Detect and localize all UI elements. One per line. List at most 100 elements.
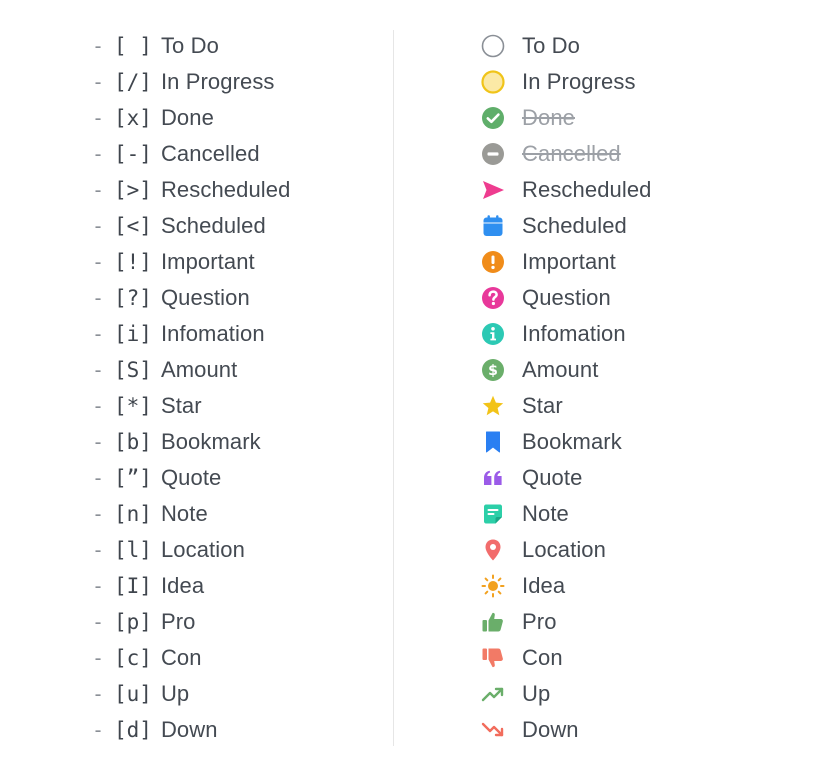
list-item: - [!] Important: [92, 244, 372, 280]
checkbox-syntax: [i]: [114, 322, 152, 346]
item-label: Done: [160, 105, 214, 130]
list-item: - [d] Down: [92, 712, 372, 748]
checkbox-syntax: [-]: [114, 142, 152, 166]
list-item: Down: [480, 712, 780, 748]
list-bullet: -: [92, 34, 105, 58]
location-pin-icon[interactable]: [480, 537, 506, 563]
column-divider: [393, 30, 394, 746]
list-bullet: -: [92, 70, 105, 94]
list-bullet: -: [92, 646, 105, 670]
lightbulb-sun-icon[interactable]: [480, 573, 506, 599]
list-item: Cancelled: [480, 136, 780, 172]
list-bullet: -: [92, 574, 105, 598]
paper-plane-icon[interactable]: [480, 177, 506, 203]
list-item: - [p] Pro: [92, 604, 372, 640]
list-item: To Do: [480, 28, 780, 64]
trend-down-icon[interactable]: [480, 717, 506, 743]
checkbox-syntax: [<]: [114, 214, 152, 238]
item-label: Important: [522, 249, 616, 274]
star-icon[interactable]: [480, 393, 506, 419]
item-label: Scheduled: [160, 213, 266, 238]
checkbox-syntax: [S]: [114, 358, 152, 382]
bookmark-icon[interactable]: [480, 429, 506, 455]
check-circle-icon[interactable]: [480, 105, 506, 131]
item-label: Pro: [160, 609, 196, 634]
item-label: Location: [160, 537, 245, 562]
item-label: Idea: [160, 573, 205, 598]
list-item: - [n] Note: [92, 496, 372, 532]
list-bullet: -: [92, 178, 105, 202]
checkbox-syntax: [”]: [114, 466, 152, 490]
item-label: Star: [160, 393, 202, 418]
half-filled-circle-icon[interactable]: [480, 69, 506, 95]
list-item: - [l] Location: [92, 532, 372, 568]
item-label: Infomation: [522, 321, 626, 346]
list-bullet: -: [92, 682, 105, 706]
list-item: - [S] Amount: [92, 352, 372, 388]
calendar-icon[interactable]: [480, 213, 506, 239]
checkbox-syntax: [b]: [114, 430, 152, 454]
item-label: Important: [160, 249, 255, 274]
list-item: Quote: [480, 460, 780, 496]
item-label: Bookmark: [160, 429, 261, 454]
item-label: To Do: [160, 33, 219, 58]
list-item: - [I] Idea: [92, 568, 372, 604]
checkbox-syntax: [d]: [114, 718, 152, 742]
quote-icon[interactable]: [480, 465, 506, 491]
list-bullet: -: [92, 250, 105, 274]
list-item: -[ ] To Do: [92, 28, 372, 64]
minus-circle-icon[interactable]: [480, 141, 506, 167]
item-label: Rescheduled: [160, 177, 291, 202]
item-label: Con: [160, 645, 202, 670]
thumbs-up-icon[interactable]: [480, 609, 506, 635]
item-label: Done: [522, 105, 575, 130]
list-bullet: -: [92, 358, 105, 382]
list-item: - [?] Question: [92, 280, 372, 316]
item-label: To Do: [522, 33, 580, 58]
dollar-circle-icon[interactable]: $: [480, 357, 506, 383]
list-bullet: -: [92, 394, 105, 418]
item-label: Infomation: [160, 321, 265, 346]
list-bullet: -: [92, 502, 105, 526]
list-item: Scheduled: [480, 208, 780, 244]
list-item: Question: [480, 280, 780, 316]
list-item: Pro: [480, 604, 780, 640]
list-bullet: -: [92, 538, 105, 562]
checkbox-syntax: [I]: [114, 574, 152, 598]
exclamation-circle-icon[interactable]: [480, 249, 506, 275]
empty-circle-icon[interactable]: [480, 33, 506, 59]
thumbs-down-icon[interactable]: [480, 645, 506, 671]
checkbox-syntax: [u]: [114, 682, 152, 706]
info-circle-icon[interactable]: [480, 321, 506, 347]
item-label: Up: [522, 681, 551, 706]
item-label: Cancelled: [160, 141, 260, 166]
checkbox-syntax: [p]: [114, 610, 152, 634]
item-label: Down: [160, 717, 218, 742]
item-label: Amount: [160, 357, 238, 382]
trend-up-icon[interactable]: [480, 681, 506, 707]
note-icon[interactable]: [480, 501, 506, 527]
list-item: Note: [480, 496, 780, 532]
checkbox-syntax: [x]: [114, 106, 152, 130]
item-label: Rescheduled: [522, 177, 652, 202]
item-label: Question: [522, 285, 611, 310]
item-label: Quote: [160, 465, 222, 490]
checkbox-legend: -[ ] To Do - [/] In Progress - [x] Done - [-] C…: [0, 0, 831, 760]
list-item: - [x] Done: [92, 100, 372, 136]
syntax-list: -[ ] To Do - [/] In Progress - [x] Done - [-] C…: [92, 28, 372, 748]
checkbox-syntax: [c]: [114, 646, 152, 670]
item-label: Scheduled: [522, 213, 627, 238]
list-bullet: -: [92, 106, 105, 130]
item-label: Bookmark: [522, 429, 622, 454]
list-bullet: -: [92, 286, 105, 310]
checkbox-syntax: [!]: [114, 250, 152, 274]
list-item: Important: [480, 244, 780, 280]
item-label: Location: [522, 537, 606, 562]
rendered-list: To Do In Progress Done Cancelled Resched…: [480, 28, 780, 748]
list-item: - [i] Infomation: [92, 316, 372, 352]
question-circle-icon[interactable]: [480, 285, 506, 311]
list-item: Bookmark: [480, 424, 780, 460]
list-item: - [”] Quote: [92, 460, 372, 496]
item-label: Quote: [522, 465, 583, 490]
list-item: Con: [480, 640, 780, 676]
